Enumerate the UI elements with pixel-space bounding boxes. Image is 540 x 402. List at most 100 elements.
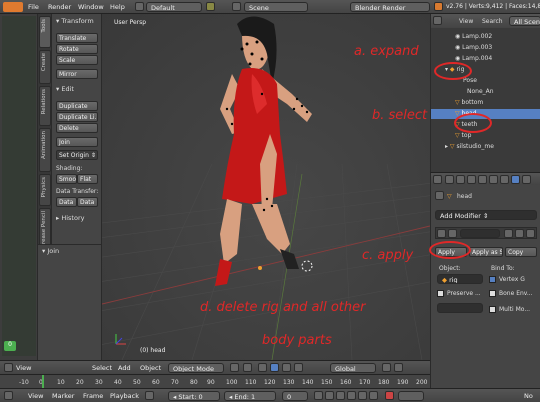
- constraints-tab-icon[interactable]: [500, 175, 509, 184]
- scene-tab-icon[interactable]: [467, 175, 476, 184]
- editor-type-icon[interactable]: [4, 363, 13, 372]
- timeline-editor-icon[interactable]: [4, 391, 13, 400]
- tab-grease-pencil[interactable]: Grease Pencil: [39, 208, 51, 248]
- menu-file[interactable]: File: [28, 3, 39, 11]
- apply-as-shape-button[interactable]: Apply as S: [469, 247, 503, 257]
- tab-relations[interactable]: Relations: [39, 86, 51, 126]
- duplicate-linked-button[interactable]: Duplicate Li...: [56, 112, 98, 122]
- outliner-row-bottom[interactable]: ▽ bottom: [431, 98, 540, 108]
- menu-view[interactable]: View: [16, 364, 31, 372]
- jump-start-icon[interactable]: [314, 391, 323, 400]
- menu-render[interactable]: Render: [48, 3, 71, 11]
- tab-create[interactable]: Create: [39, 50, 51, 84]
- start-frame-field[interactable]: ◂ Start: 0: [168, 391, 220, 401]
- current-frame-field[interactable]: 0: [282, 391, 308, 401]
- bone-envelopes-checkbox[interactable]: [489, 290, 496, 297]
- prev-key-icon[interactable]: [325, 391, 334, 400]
- edit-header[interactable]: ▾ Edit: [56, 85, 74, 93]
- properties-editor-icon[interactable]: [433, 175, 442, 184]
- collapse-icon[interactable]: [437, 229, 446, 238]
- flat-button[interactable]: Flat: [77, 174, 98, 184]
- lock-icon[interactable]: [394, 363, 403, 372]
- menu-window[interactable]: Window: [78, 3, 104, 11]
- menu-frame[interactable]: Frame: [83, 392, 103, 400]
- current-frame-marker[interactable]: [42, 375, 44, 389]
- multi-modifier-checkbox[interactable]: [489, 306, 496, 313]
- menu-add[interactable]: Add: [118, 364, 131, 372]
- close-icon[interactable]: [526, 229, 535, 238]
- mirror-button[interactable]: Mirror: [56, 69, 98, 79]
- outliner-search-menu[interactable]: Search: [482, 18, 503, 25]
- transform-header[interactable]: ▾ Transform: [56, 17, 94, 25]
- keying-icon[interactable]: [145, 391, 154, 400]
- play-icon[interactable]: [347, 391, 356, 400]
- rotate-button[interactable]: Rotate: [56, 44, 98, 54]
- data-transfer-button[interactable]: Data: [56, 197, 77, 207]
- outliner-view-menu[interactable]: View: [459, 18, 473, 25]
- object-tab-icon[interactable]: [489, 175, 498, 184]
- history-header[interactable]: ▸ History: [56, 214, 84, 222]
- translate-button[interactable]: Translate: [56, 33, 98, 43]
- add-layout-icon[interactable]: [206, 2, 215, 11]
- modifiers-tab-icon[interactable]: [511, 175, 520, 184]
- orientation-select[interactable]: Global: [330, 363, 376, 373]
- scale-manipulator-icon[interactable]: [294, 363, 303, 372]
- preserve-checkbox[interactable]: [437, 290, 444, 297]
- tab-tools[interactable]: Tools: [39, 16, 51, 48]
- data-tab-icon[interactable]: [522, 175, 531, 184]
- timeline-menu-view[interactable]: View: [28, 392, 43, 400]
- join-header[interactable]: ▾ Join: [42, 247, 59, 255]
- sync-label[interactable]: No: [524, 392, 533, 400]
- character-model[interactable]: [215, 16, 312, 287]
- render-tab-icon[interactable]: [445, 175, 454, 184]
- outliner-editor-icon[interactable]: [433, 16, 442, 25]
- manipulator-icon[interactable]: [258, 363, 267, 372]
- join-button[interactable]: Join: [56, 137, 98, 147]
- layers-icon[interactable]: [382, 363, 391, 372]
- menu-marker[interactable]: Marker: [52, 392, 74, 400]
- jump-end-icon[interactable]: [369, 391, 378, 400]
- play-reverse-icon[interactable]: [336, 391, 345, 400]
- pivot-icon[interactable]: [243, 363, 252, 372]
- outliner-row-silstudio[interactable]: ▸ ▽ silstudio_me: [431, 142, 540, 152]
- layers-tab-icon[interactable]: [456, 175, 465, 184]
- scene-select[interactable]: Scene: [244, 2, 308, 12]
- 3d-cursor-icon[interactable]: [301, 260, 313, 272]
- data-layout-button[interactable]: Data: [77, 197, 98, 207]
- keying-set-select[interactable]: [398, 391, 424, 401]
- set-origin-select[interactable]: Set Origin ⇕: [56, 150, 98, 160]
- menu-object[interactable]: Object: [140, 364, 161, 372]
- outliner-row-lamp002[interactable]: ◉ Lamp.002: [431, 32, 540, 42]
- vertex-group-field[interactable]: [437, 303, 483, 313]
- blender-logo-icon[interactable]: [3, 2, 23, 12]
- layout-icon[interactable]: [135, 2, 144, 11]
- next-key-icon[interactable]: [358, 391, 367, 400]
- menu-help[interactable]: Help: [110, 3, 125, 11]
- editmode-icon[interactable]: [504, 229, 513, 238]
- outliner-row-top[interactable]: ▽ top: [431, 131, 540, 141]
- rotate-manipulator-icon[interactable]: [282, 363, 291, 372]
- smooth-button[interactable]: Smoo: [56, 174, 77, 184]
- object-field[interactable]: ◆ rig: [437, 274, 483, 284]
- shading-icon[interactable]: [230, 363, 239, 372]
- tab-animation[interactable]: Animation: [39, 128, 51, 172]
- duplicate-button[interactable]: Duplicate: [56, 101, 98, 111]
- menu-playback[interactable]: Playback: [110, 392, 139, 400]
- record-icon[interactable]: [385, 391, 394, 400]
- end-frame-field[interactable]: ◂ End: 1: [224, 391, 276, 401]
- mode-select[interactable]: Object Mode: [168, 363, 224, 373]
- outliner-row-none-an[interactable]: None_An: [431, 87, 540, 97]
- menu-select[interactable]: Select: [92, 364, 112, 372]
- modifier-name-field[interactable]: [460, 229, 500, 238]
- render-engine-select[interactable]: Blender Render: [350, 2, 430, 12]
- outliner-row-lamp003[interactable]: ◉ Lamp.003: [431, 43, 540, 53]
- viewport-vis-icon[interactable]: [515, 229, 524, 238]
- pin-icon[interactable]: [435, 191, 444, 200]
- layout-select[interactable]: Default: [146, 2, 202, 12]
- scale-button[interactable]: Scale: [56, 55, 98, 65]
- delete-button[interactable]: Delete: [56, 123, 98, 133]
- vertex-groups-checkbox[interactable]: [489, 276, 496, 283]
- add-modifier-select[interactable]: Add Modifier ⇕: [435, 210, 537, 220]
- world-tab-icon[interactable]: [478, 175, 487, 184]
- copy-button[interactable]: Copy: [505, 247, 537, 257]
